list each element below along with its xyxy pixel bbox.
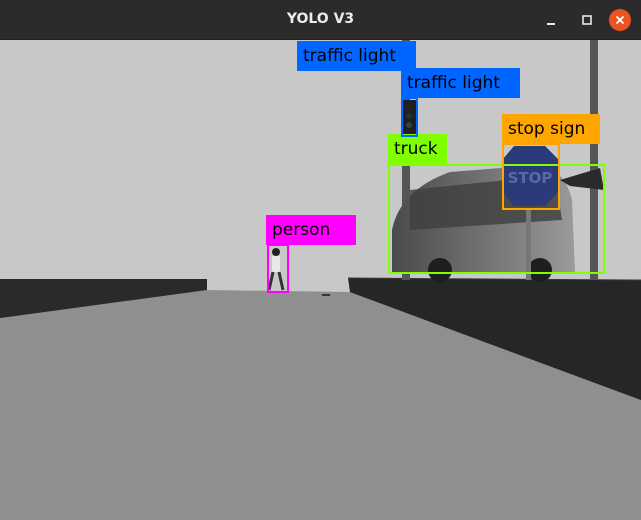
scene-render: STOP [0,40,641,520]
stop-sign-bbox [502,143,560,210]
close-icon [616,16,624,24]
app-window: YOLO V3 STOP person truck stop sign traf… [0,0,641,520]
traffic-light-label: traffic light [401,68,520,98]
maximize-button[interactable] [576,9,598,31]
traffic-light-label: traffic light [297,41,416,71]
camera-view: STOP person truck stop sign traffic ligh… [0,40,641,520]
person-bbox [267,244,289,293]
minimize-button[interactable] [540,9,562,31]
title-bar[interactable]: YOLO V3 [0,0,641,40]
stop-sign-label: stop sign [502,114,600,144]
close-button[interactable] [609,9,631,31]
maximize-icon [582,15,592,25]
minimize-icon [547,23,555,25]
person-label: person [266,215,356,245]
truck-bbox [388,164,605,274]
traffic-light-bbox [401,97,418,137]
truck-label: truck [388,134,447,164]
